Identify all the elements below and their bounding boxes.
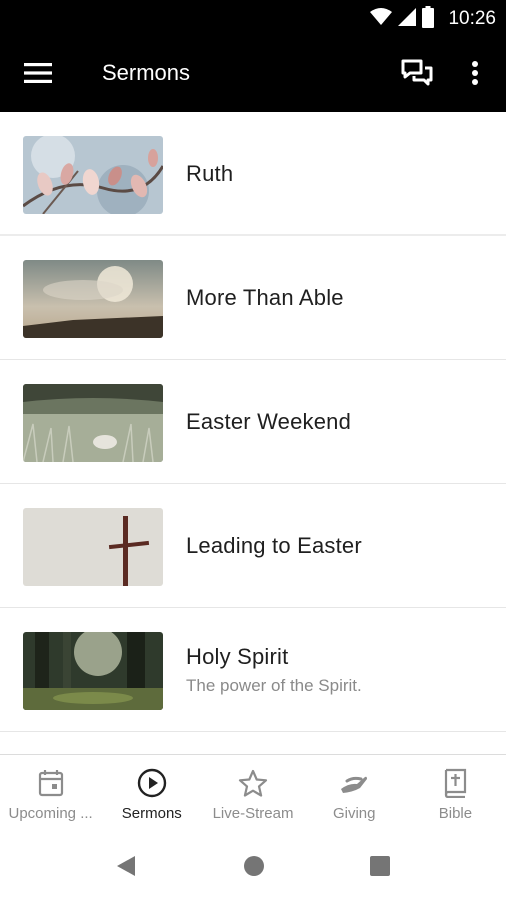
sermon-thumbnail-sky [23, 260, 163, 338]
nav-bible[interactable]: Bible [405, 755, 506, 834]
app-bar: Sermons [0, 38, 506, 112]
status-time: 10:26 [448, 8, 496, 29]
nav-live-stream[interactable]: Live-Stream [202, 755, 303, 834]
page-title: Sermons [102, 60, 191, 85]
sermon-title: More Than Able [186, 285, 344, 310]
wifi-icon [370, 7, 393, 31]
bible-icon [442, 767, 468, 799]
giving-hand-icon [339, 767, 369, 799]
play-circle-icon [137, 767, 167, 799]
nav-label: Live-Stream [212, 805, 294, 822]
home-circle-icon [242, 854, 266, 883]
sermon-row-more-than-able[interactable]: More Than Able [0, 236, 506, 360]
status-bar: 10:26 [0, 0, 506, 38]
sermon-text: More Than Able [186, 236, 344, 360]
sermon-subtitle: The power of the Spirit. [186, 676, 362, 695]
chat-button[interactable] [396, 55, 438, 95]
nav-label: Sermons [121, 805, 182, 822]
battery-icon [422, 5, 435, 33]
system-navigation-bar [0, 834, 506, 900]
nav-label: Upcoming ... [8, 805, 93, 822]
sermon-row-holy-spirit[interactable]: Holy Spirit The power of the Spirit. [0, 608, 506, 732]
recents-button[interactable] [366, 854, 394, 882]
nav-label: Bible [438, 805, 473, 822]
sermon-thumbnail-field [23, 384, 163, 462]
sermon-text: Ruth [186, 112, 233, 236]
nav-giving[interactable]: Giving [304, 755, 405, 834]
home-button[interactable] [240, 854, 268, 882]
sermon-title: Leading to Easter [186, 533, 362, 558]
chat-bubbles-icon [401, 59, 433, 92]
sermon-row-easter-weekend[interactable]: Easter Weekend [0, 360, 506, 484]
sermon-row-leading-to-easter[interactable]: Leading to Easter [0, 484, 506, 608]
sermon-text: Holy Spirit The power of the Spirit. [186, 608, 362, 732]
sermon-text: Easter Weekend [186, 360, 351, 484]
more-options-button[interactable] [458, 55, 492, 95]
nav-upcoming[interactable]: Upcoming ... [0, 755, 101, 834]
sermon-thumbnail-cross [23, 508, 163, 586]
status-icons: 10:26 [370, 5, 496, 33]
back-triangle-icon [115, 854, 137, 883]
star-icon [238, 767, 268, 799]
more-vert-icon [471, 60, 479, 91]
sermon-thumbnail-magnolia [23, 136, 163, 214]
bottom-navigation: Upcoming ... Sermons Live-Stream Giving [0, 754, 506, 834]
recents-square-icon [369, 855, 391, 882]
sermon-title: Easter Weekend [186, 409, 352, 434]
sermon-list: Ruth More Than Able Easter Weekend Leadi… [0, 112, 506, 732]
sermon-thumbnail-forest [23, 632, 163, 710]
menu-button[interactable] [18, 56, 58, 94]
nav-sermons[interactable]: Sermons [101, 755, 202, 834]
sermon-title: Ruth [186, 161, 234, 186]
cell-signal-icon [398, 7, 417, 31]
sermon-row-ruth[interactable]: Ruth [0, 112, 506, 236]
nav-label: Giving [332, 805, 376, 822]
calendar-icon [38, 767, 64, 799]
sermon-text: Leading to Easter [186, 484, 362, 608]
hamburger-menu-icon [24, 62, 52, 88]
sermon-title: Holy Spirit [186, 644, 289, 669]
back-button[interactable] [112, 854, 140, 882]
